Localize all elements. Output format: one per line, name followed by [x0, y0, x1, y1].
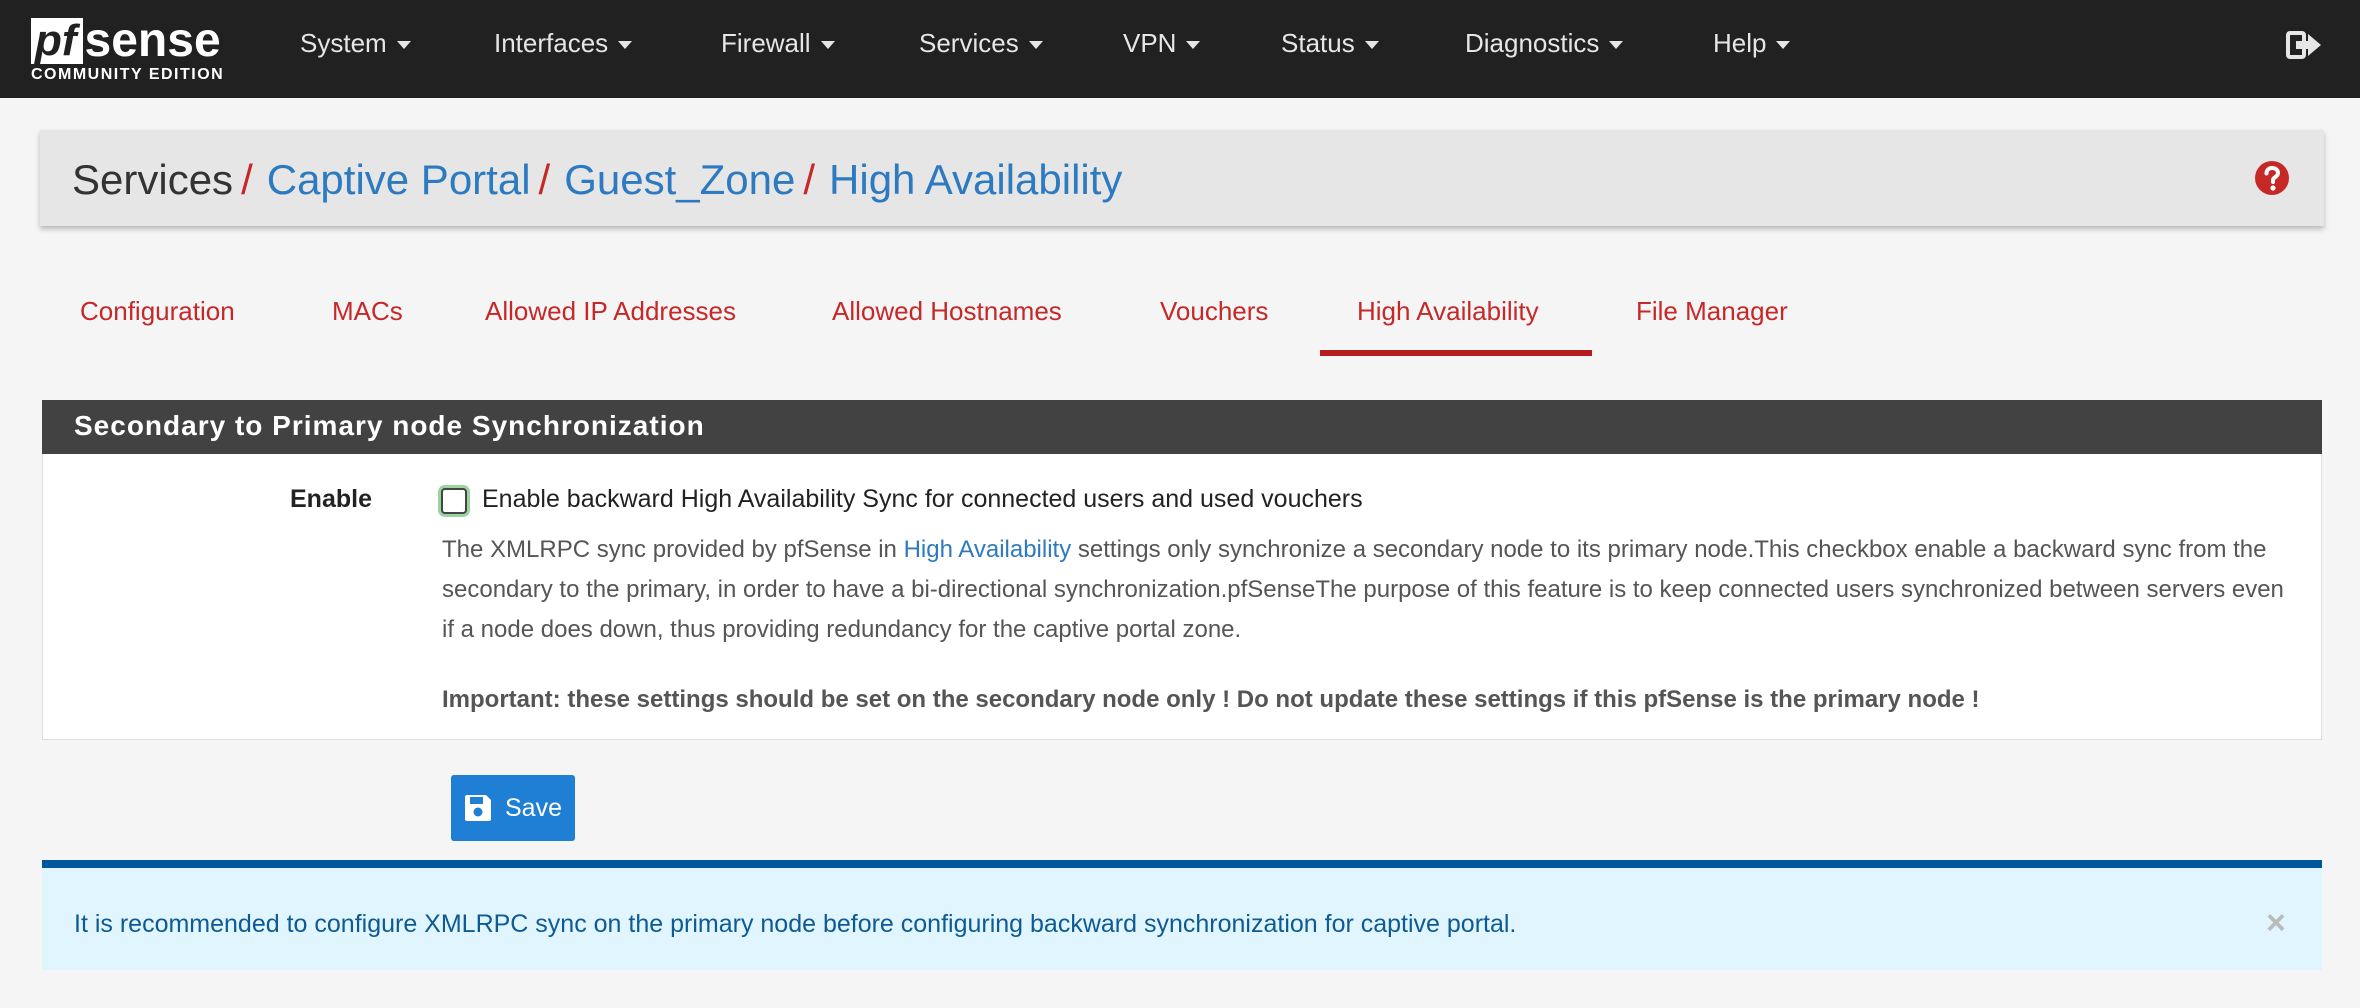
- nav-firewall[interactable]: Firewall: [721, 28, 835, 59]
- help-text: The XMLRPC sync provided by pfSense in H…: [442, 536, 2284, 643]
- tab-high-availability[interactable]: High Availability: [1357, 296, 1539, 327]
- important-note: Important: these settings should be set …: [442, 686, 1980, 713]
- breadcrumb-separator: /: [241, 156, 253, 203]
- caret-down-icon: [1186, 41, 1201, 50]
- top-navbar: pf sense COMMUNITY EDITION System Interf…: [0, 0, 2360, 98]
- tab-configuration[interactable]: Configuration: [80, 296, 235, 327]
- caret-down-icon: [396, 41, 411, 50]
- logo-sense: sense: [84, 14, 221, 67]
- breadcrumb: Services / Captive Portal / Guest_Zone / High …: [72, 156, 1122, 204]
- info-alert: It is recommended to configure XMLRPC sy…: [42, 860, 2322, 970]
- nav-help[interactable]: Help: [1713, 28, 1791, 59]
- caret-down-icon: [1028, 41, 1043, 50]
- save-button[interactable]: Save: [451, 775, 575, 841]
- breadcrumb-separator: /: [538, 156, 551, 203]
- logo-edition: COMMUNITY EDITION: [31, 66, 225, 83]
- sign-out-icon[interactable]: [2286, 30, 2322, 60]
- checkbox-label[interactable]: Enable backward High Availability Sync f…: [482, 485, 1363, 514]
- breadcrumb-panel: Services / Captive Portal / Guest_Zone / High …: [40, 130, 2324, 226]
- logo-pf: pf: [31, 18, 83, 64]
- breadcrumb-services: Services: [72, 156, 234, 203]
- tab-allowed-ip-addresses[interactable]: Allowed IP Addresses: [485, 296, 736, 327]
- close-icon[interactable]: ×: [2266, 904, 2286, 943]
- caret-down-icon: [618, 41, 633, 50]
- nav-vpn[interactable]: VPN: [1123, 28, 1201, 59]
- nav-services[interactable]: Services: [919, 28, 1043, 59]
- panel-heading: Secondary to Primary node Synchronizatio…: [42, 400, 2322, 454]
- nav-diagnostics[interactable]: Diagnostics: [1465, 28, 1624, 59]
- breadcrumb-captive-portal[interactable]: Captive Portal: [267, 156, 531, 203]
- nav-interfaces[interactable]: Interfaces: [494, 28, 633, 59]
- question-circle-icon[interactable]: [2254, 160, 2290, 196]
- caret-down-icon: [820, 41, 835, 50]
- caret-down-icon: [1776, 41, 1791, 50]
- alert-text: It is recommended to configure XMLRPC sy…: [74, 910, 1517, 938]
- tab-allowed-hostnames[interactable]: Allowed Hostnames: [832, 296, 1062, 327]
- breadcrumb-separator: /: [803, 156, 816, 203]
- active-tab-indicator: [1320, 350, 1592, 356]
- breadcrumb-guest-zone[interactable]: Guest_Zone: [564, 156, 795, 203]
- caret-down-icon: [1609, 41, 1624, 50]
- save-button-label: Save: [505, 793, 562, 822]
- enable-backward-sync-checkbox[interactable]: [441, 488, 467, 514]
- enable-label: Enable: [290, 485, 372, 513]
- floppy-disk-icon: [465, 795, 491, 821]
- tab-file-manager[interactable]: File Manager: [1636, 296, 1788, 327]
- breadcrumb-high-availability[interactable]: High Availability: [829, 156, 1122, 203]
- caret-down-icon: [1364, 41, 1379, 50]
- tab-vouchers[interactable]: Vouchers: [1160, 296, 1268, 327]
- tab-macs[interactable]: MACs: [332, 296, 403, 327]
- pfsense-logo[interactable]: pf sense COMMUNITY EDITION: [31, 14, 241, 90]
- nav-system[interactable]: System: [300, 28, 411, 59]
- high-availability-link[interactable]: High Availability: [904, 536, 1072, 563]
- nav-status[interactable]: Status: [1281, 28, 1379, 59]
